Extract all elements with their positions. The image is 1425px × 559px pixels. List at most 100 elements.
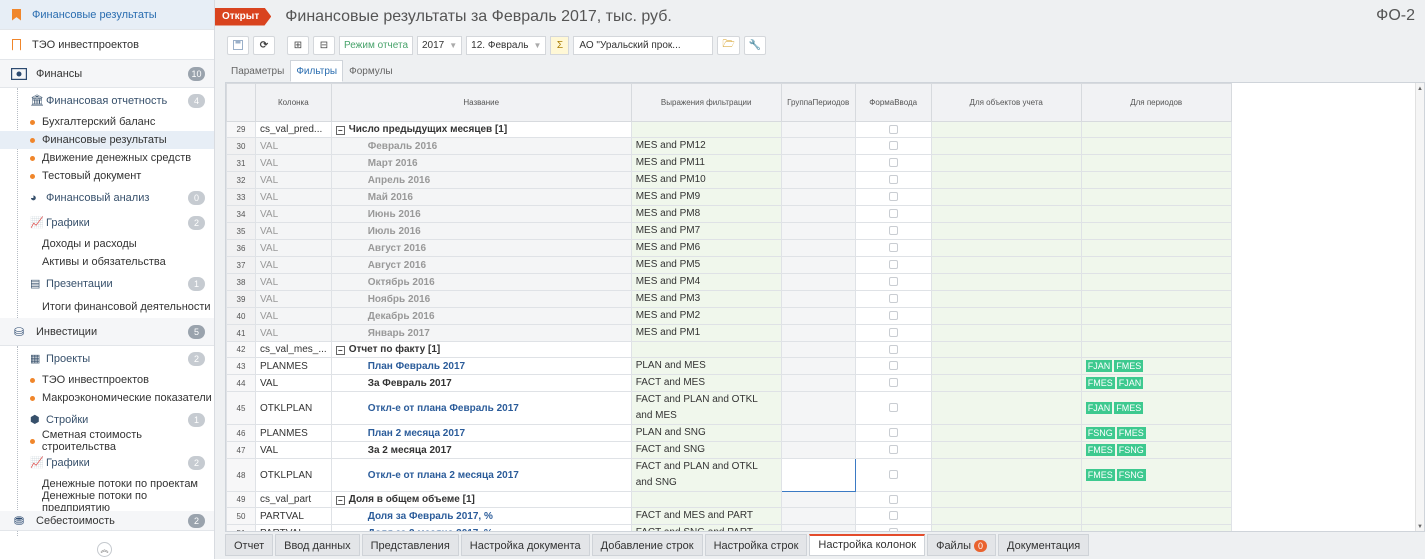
sidebar-item-estimate[interactable]: Сметная стоимость строительства bbox=[0, 429, 214, 453]
table-row[interactable]: 35 VAL Июль 2016 MES and PM7 bbox=[226, 222, 1232, 240]
name-cell[interactable]: План Февраль 2017 bbox=[330, 357, 632, 375]
name-cell[interactable]: Май 2016 bbox=[330, 188, 632, 206]
bottom-tab[interactable]: Настройка колонок bbox=[809, 534, 926, 556]
table-row[interactable]: 32 VAL Апрель 2016 MES and PM10 bbox=[226, 171, 1232, 189]
accounting-objects-cell[interactable] bbox=[930, 307, 1082, 325]
period-group-cell[interactable] bbox=[780, 222, 856, 240]
name-cell[interactable]: − Доля в общем объеме [1] bbox=[330, 491, 632, 508]
filter-expression-cell[interactable]: MES and PM10 bbox=[630, 171, 782, 189]
column-code-cell[interactable]: VAL bbox=[255, 205, 332, 223]
name-cell[interactable]: План 2 месяца 2017 bbox=[330, 424, 632, 442]
period-group-cell[interactable] bbox=[780, 307, 856, 325]
name-cell[interactable]: Июнь 2016 bbox=[330, 205, 632, 223]
input-form-checkbox[interactable] bbox=[888, 511, 898, 521]
filter-expression-cell[interactable]: FACT and MES bbox=[630, 374, 782, 392]
column-code-cell[interactable]: VAL bbox=[255, 374, 332, 392]
accounting-objects-cell[interactable] bbox=[930, 491, 1082, 508]
table-row[interactable]: 43 PLANMES План Февраль 2017 PLAN and MES FJ… bbox=[226, 357, 1232, 375]
column-code-cell[interactable]: VAL bbox=[255, 290, 332, 308]
open-folder-button[interactable]: 🗁 bbox=[717, 35, 740, 55]
sidebar-top-financial-results[interactable]: Финансовые результаты bbox=[0, 0, 214, 30]
column-code-cell[interactable]: VAL bbox=[255, 273, 332, 291]
filter-expression-cell[interactable] bbox=[630, 341, 782, 358]
name-cell[interactable]: Откл-е от плана 2 месяца 2017 bbox=[330, 458, 632, 492]
period-group-cell[interactable] bbox=[780, 424, 856, 442]
month-select[interactable]: 12. Февраль ▼ bbox=[466, 35, 547, 55]
bottom-tab[interactable]: Ввод данных bbox=[275, 534, 360, 556]
name-cell[interactable]: Январь 2017 bbox=[330, 324, 632, 342]
column-code-cell[interactable]: VAL bbox=[255, 154, 332, 172]
input-form-checkbox[interactable] bbox=[888, 260, 898, 270]
accounting-objects-cell[interactable] bbox=[930, 256, 1082, 274]
column-code-cell[interactable]: PLANMES bbox=[255, 424, 332, 442]
table-row[interactable]: 34 VAL Июнь 2016 MES and PM8 bbox=[226, 205, 1232, 223]
bottom-tab[interactable]: Добавление строк bbox=[591, 534, 703, 556]
column-code-cell[interactable]: cs_val_pred... bbox=[255, 121, 332, 138]
periods-cell[interactable]: FJAN FMES bbox=[1080, 391, 1232, 425]
column-code-cell[interactable]: PARTVAL bbox=[255, 524, 332, 531]
column-header[interactable]: Выражения фильтрации bbox=[630, 83, 782, 122]
refresh-button[interactable]: ⟳ bbox=[253, 35, 275, 55]
accounting-objects-cell[interactable] bbox=[930, 391, 1082, 425]
filter-expression-cell[interactable]: MES and PM8 bbox=[630, 205, 782, 223]
table-row[interactable]: 37 VAL Август 2016 MES and PM5 bbox=[226, 256, 1232, 274]
name-cell[interactable]: Февраль 2016 bbox=[330, 137, 632, 155]
column-code-cell[interactable]: VAL bbox=[255, 239, 332, 257]
filter-expression-cell[interactable]: MES and PM11 bbox=[630, 154, 782, 172]
accounting-objects-cell[interactable] bbox=[930, 524, 1082, 531]
save-button[interactable] bbox=[227, 35, 249, 55]
filter-expression-cell[interactable]: FACT and MES and PART bbox=[630, 507, 782, 525]
filter-expression-cell[interactable]: MES and PM6 bbox=[630, 239, 782, 257]
accounting-objects-cell[interactable] bbox=[930, 458, 1082, 492]
sidebar-item-assets[interactable]: Активы и обязательства bbox=[0, 253, 214, 271]
periods-cell[interactable] bbox=[1080, 205, 1232, 223]
period-tag[interactable]: FMES bbox=[1085, 377, 1115, 389]
filter-expression-cell[interactable]: PLAN and SNG bbox=[630, 424, 782, 442]
accounting-objects-cell[interactable] bbox=[930, 273, 1082, 291]
periods-cell[interactable] bbox=[1080, 290, 1232, 308]
period-tag[interactable]: FSNG bbox=[1116, 469, 1146, 481]
input-form-checkbox[interactable] bbox=[888, 378, 898, 388]
input-form-checkbox[interactable] bbox=[888, 124, 898, 134]
table-row[interactable]: 44 VAL За Февраль 2017 FACT and MES FMES FJAN bbox=[226, 374, 1232, 392]
periods-cell[interactable] bbox=[1080, 239, 1232, 257]
period-group-cell[interactable] bbox=[780, 171, 856, 189]
table-row[interactable]: 48 OTKLPLAN Откл-е от плана 2 месяца 2017 F… bbox=[226, 458, 1232, 492]
column-code-cell[interactable]: cs_val_mes_... bbox=[255, 341, 332, 358]
periods-cell[interactable]: FMES FSNG bbox=[1080, 458, 1232, 492]
accounting-objects-cell[interactable] bbox=[930, 424, 1082, 442]
period-tag[interactable]: FJAN bbox=[1085, 402, 1113, 414]
column-header[interactable]: ФормаВвода bbox=[854, 83, 932, 122]
periods-cell[interactable] bbox=[1080, 307, 1232, 325]
name-cell[interactable]: Август 2016 bbox=[330, 256, 632, 274]
accounting-objects-cell[interactable] bbox=[930, 222, 1082, 240]
name-cell[interactable]: Доля за Февраль 2017, % bbox=[330, 507, 632, 525]
filter-expression-cell[interactable]: MES and PM2 bbox=[630, 307, 782, 325]
sidebar-item-fin-results[interactable]: Финансовые результаты bbox=[0, 131, 214, 149]
accounting-objects-cell[interactable] bbox=[930, 374, 1082, 392]
filter-expression-cell[interactable] bbox=[630, 491, 782, 508]
period-group-cell[interactable] bbox=[780, 357, 856, 375]
sidebar-sub-inv-charts[interactable]: 📈 Графики 2 bbox=[0, 450, 214, 475]
column-code-cell[interactable]: PLANMES bbox=[255, 357, 332, 375]
period-group-cell[interactable] bbox=[780, 491, 856, 508]
input-form-checkbox[interactable] bbox=[888, 175, 898, 185]
filter-expression-cell[interactable]: MES and PM12 bbox=[630, 137, 782, 155]
accounting-objects-cell[interactable] bbox=[930, 188, 1082, 206]
period-group-cell[interactable] bbox=[780, 154, 856, 172]
vertical-scrollbar[interactable]: ▲ ▼ bbox=[1415, 83, 1424, 531]
periods-cell[interactable]: FJAN FMES bbox=[1080, 357, 1232, 375]
organization-select[interactable]: АО "Уральский прок... bbox=[573, 35, 714, 55]
table-row[interactable]: 29 cs_val_pred... − Число предыдущих месяце… bbox=[226, 121, 1232, 138]
period-group-cell[interactable] bbox=[780, 458, 856, 492]
filter-expression-cell[interactable]: FACT and SNG and PART bbox=[630, 524, 782, 531]
column-code-cell[interactable]: PARTVAL bbox=[255, 507, 332, 525]
table-row[interactable]: 50 PARTVAL Доля за Февраль 2017, % FACT and… bbox=[226, 507, 1232, 525]
periods-cell[interactable] bbox=[1080, 137, 1232, 155]
filter-expression-cell[interactable]: PLAN and MES bbox=[630, 357, 782, 375]
column-code-cell[interactable]: OTKLPLAN bbox=[255, 391, 332, 425]
periods-cell[interactable] bbox=[1080, 154, 1232, 172]
column-code-cell[interactable]: VAL bbox=[255, 324, 332, 342]
table-row[interactable]: 33 VAL Май 2016 MES and PM9 bbox=[226, 188, 1232, 206]
input-form-checkbox[interactable] bbox=[888, 428, 898, 438]
